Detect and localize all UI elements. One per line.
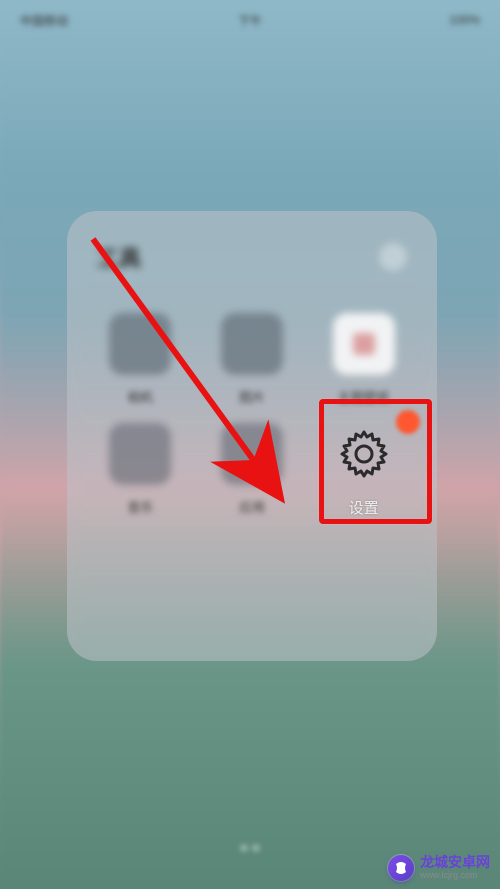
- watermark-title: 龙城安卓网: [420, 855, 490, 870]
- folder-header: 工具: [97, 241, 407, 273]
- page-dot[interactable]: [241, 845, 247, 851]
- page-dot[interactable]: [253, 845, 259, 851]
- page-indicator: [241, 845, 259, 851]
- watermark-url: www.lcjrg.com: [420, 871, 490, 881]
- battery-label: 100%: [449, 13, 480, 27]
- annotation-highlight: [319, 399, 432, 524]
- apps-icon: [221, 423, 283, 485]
- themes-icon: [333, 313, 395, 375]
- folder-more-button[interactable]: [379, 243, 407, 271]
- watermark: 龙城安卓网 www.lcjrg.com: [388, 855, 490, 881]
- app-item[interactable]: 应用: [209, 423, 296, 513]
- gallery-icon: [221, 313, 283, 375]
- app-item[interactable]: 音乐: [97, 423, 184, 513]
- carrier-label: 中国移动: [20, 12, 68, 29]
- watermark-logo-icon: [388, 855, 414, 881]
- folder-title[interactable]: 工具: [97, 241, 141, 273]
- music-icon: [109, 423, 171, 485]
- app-item[interactable]: 主题壁纸: [320, 313, 407, 403]
- app-label: 图片: [239, 387, 265, 403]
- app-item[interactable]: 相机: [97, 313, 184, 403]
- app-item[interactable]: 图片: [209, 313, 296, 403]
- app-label: 音乐: [127, 497, 153, 513]
- status-time: 下午: [238, 12, 262, 29]
- app-label: 应用: [239, 497, 265, 513]
- status-indicators: 100%: [449, 13, 480, 27]
- status-bar: 中国移动 下午 100%: [0, 0, 500, 40]
- app-label: 相机: [127, 387, 153, 403]
- watermark-text: 龙城安卓网 www.lcjrg.com: [420, 855, 490, 880]
- camera-icon: [109, 313, 171, 375]
